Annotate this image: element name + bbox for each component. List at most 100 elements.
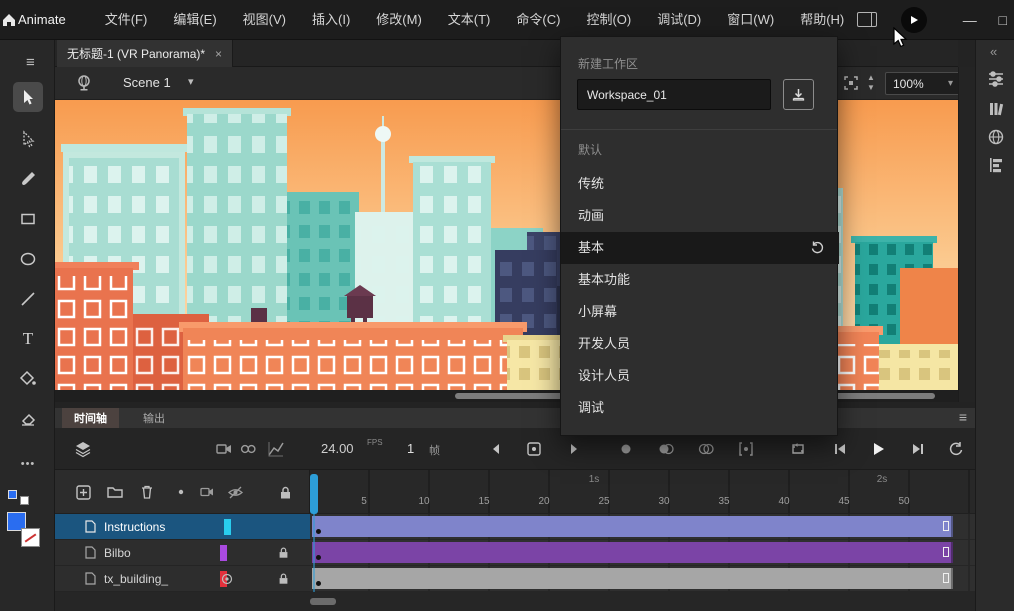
reset-workspace-icon[interactable] xyxy=(810,240,825,255)
go-to-last-frame-icon[interactable] xyxy=(905,436,931,462)
selection-tool[interactable] xyxy=(13,82,43,112)
stepper-up-icon[interactable]: ▲ xyxy=(867,73,875,82)
current-frame-indicator-icon[interactable] xyxy=(521,436,547,462)
text-tool[interactable]: T xyxy=(13,324,43,354)
loop-playback-icon[interactable] xyxy=(785,436,811,462)
document-tab[interactable]: 无标题-1 (VR Panorama)* × xyxy=(57,40,233,67)
show-hide-column-icon[interactable] xyxy=(223,480,247,504)
highlight-layers-icon[interactable] xyxy=(169,480,193,504)
workspace-name-input[interactable] xyxy=(577,79,771,110)
menu-commands[interactable]: 命令(C) xyxy=(503,0,573,39)
paint-bucket-tool[interactable] xyxy=(13,364,43,394)
fill-color-swatch[interactable] xyxy=(21,528,40,547)
menu-view[interactable]: 视图(V) xyxy=(230,0,299,39)
workspace-item-designer[interactable]: 设计人员 xyxy=(561,360,839,392)
reset-timeline-icon[interactable] xyxy=(943,436,969,462)
minimize-button[interactable]: — xyxy=(953,0,986,40)
delete-layer-icon[interactable] xyxy=(135,480,159,504)
lock-icon[interactable] xyxy=(277,546,290,559)
layer-outline-color-swatch[interactable] xyxy=(220,545,227,561)
zoom-select[interactable]: 100% ▾ xyxy=(885,72,961,95)
timeline-scrollbar-thumb[interactable] xyxy=(310,598,336,605)
playhead[interactable] xyxy=(310,474,318,514)
lock-icon[interactable] xyxy=(277,572,290,585)
onion-skin-dot-icon[interactable] xyxy=(613,436,639,462)
layer-row-instructions[interactable]: Instructions xyxy=(55,514,310,540)
save-workspace-button[interactable] xyxy=(783,79,814,110)
home-button[interactable] xyxy=(0,0,18,40)
tab-output[interactable]: 输出 xyxy=(133,408,175,428)
tools-menu-icon[interactable]: ≡ xyxy=(26,54,35,71)
oval-tool[interactable] xyxy=(13,244,43,274)
onion-skin-icon[interactable] xyxy=(653,436,679,462)
workspace-item-small-screen[interactable]: 小屏幕 xyxy=(561,296,839,328)
layer-row-tx-building[interactable]: tx_building_ xyxy=(55,566,310,592)
collapse-panels-icon[interactable]: « xyxy=(990,44,997,59)
scene-dropdown-icon[interactable]: ▾ xyxy=(188,75,194,88)
cc-libraries-panel-icon[interactable] xyxy=(983,124,1009,150)
current-frame-value[interactable]: 1 xyxy=(407,441,414,456)
menu-insert[interactable]: 插入(I) xyxy=(299,0,363,39)
workspace-item-essentials[interactable]: 基本 xyxy=(561,232,839,264)
menu-modify[interactable]: 修改(M) xyxy=(363,0,435,39)
workspace-item-classic[interactable]: 传统 xyxy=(561,168,839,200)
frame-track-instructions[interactable] xyxy=(310,514,975,540)
lock-column-icon[interactable] xyxy=(273,480,297,504)
workspace-item-developer[interactable]: 开发人员 xyxy=(561,328,839,360)
swap-colors-icon[interactable] xyxy=(20,496,29,505)
step-forward-icon[interactable] xyxy=(561,436,587,462)
stage-vertical-scrollbar[interactable] xyxy=(958,67,975,402)
more-tools-button[interactable]: ••• xyxy=(8,458,48,470)
menu-control[interactable]: 控制(O) xyxy=(573,0,644,39)
timeline-ruler[interactable]: 1s 2s 5 10 15 20 25 30 35 40 45 50 xyxy=(310,470,975,514)
menu-text[interactable]: 文本(T) xyxy=(435,0,504,39)
frame-span[interactable] xyxy=(312,516,953,537)
brush-tool[interactable] xyxy=(13,164,43,194)
edit-multiple-frames-icon[interactable] xyxy=(733,436,759,462)
workspace-item-animator[interactable]: 动画 xyxy=(561,200,839,232)
zoom-stepper[interactable]: ▲ ▼ xyxy=(867,73,875,93)
rectangle-tool[interactable] xyxy=(13,204,43,234)
camera-column-icon[interactable] xyxy=(195,480,219,504)
layer-depth-icon[interactable] xyxy=(263,436,289,462)
properties-panel-icon[interactable] xyxy=(983,66,1009,92)
new-folder-icon[interactable] xyxy=(103,480,127,504)
maximize-button[interactable]: □ xyxy=(986,0,1014,40)
attach-camera-icon[interactable] xyxy=(221,573,233,585)
stepper-down-icon[interactable]: ▼ xyxy=(867,83,875,92)
frame-track-tx-building[interactable] xyxy=(310,566,975,592)
workspace-layout-icon[interactable] xyxy=(857,12,877,27)
play-button[interactable] xyxy=(865,436,891,462)
layer-row-bilbo[interactable]: Bilbo xyxy=(55,540,310,566)
go-to-first-frame-icon[interactable] xyxy=(827,436,853,462)
tab-timeline[interactable]: 时间轴 xyxy=(62,408,119,428)
step-back-icon[interactable] xyxy=(483,436,509,462)
frame-rate-value[interactable]: 24.00 xyxy=(321,441,354,456)
layer-parenting-icon[interactable] xyxy=(235,436,261,462)
workspace-item-basic-functions[interactable]: 基本功能 xyxy=(561,264,839,296)
frame-span[interactable] xyxy=(312,542,953,563)
menu-window[interactable]: 窗口(W) xyxy=(714,0,787,39)
free-transform-tool[interactable] xyxy=(13,124,43,154)
close-tab-icon[interactable]: × xyxy=(215,47,222,61)
edit-scene-icon[interactable] xyxy=(75,74,93,92)
align-panel-icon[interactable] xyxy=(983,152,1009,178)
timeline-panel-menu-icon[interactable]: ≡ xyxy=(959,409,967,425)
line-tool[interactable] xyxy=(13,284,43,314)
test-movie-button[interactable] xyxy=(901,7,927,33)
menu-help[interactable]: 帮助(H) xyxy=(787,0,857,39)
onion-skin-outlines-icon[interactable] xyxy=(693,436,719,462)
menu-file[interactable]: 文件(F) xyxy=(92,0,161,39)
menu-debug[interactable]: 调试(D) xyxy=(644,0,714,39)
show-layers-icon[interactable] xyxy=(70,436,96,462)
default-colors-icon[interactable] xyxy=(8,490,17,499)
menu-edit[interactable]: 编辑(E) xyxy=(160,0,229,39)
frame-track-bilbo[interactable] xyxy=(310,540,975,566)
frame-span[interactable] xyxy=(312,568,953,589)
eraser-tool[interactable] xyxy=(13,404,43,434)
library-panel-icon[interactable] xyxy=(983,96,1009,122)
scene-name[interactable]: Scene 1 xyxy=(123,75,171,90)
center-stage-icon[interactable] xyxy=(843,75,859,91)
camera-icon[interactable] xyxy=(211,436,237,462)
workspace-item-debug[interactable]: 调试 xyxy=(561,392,839,424)
